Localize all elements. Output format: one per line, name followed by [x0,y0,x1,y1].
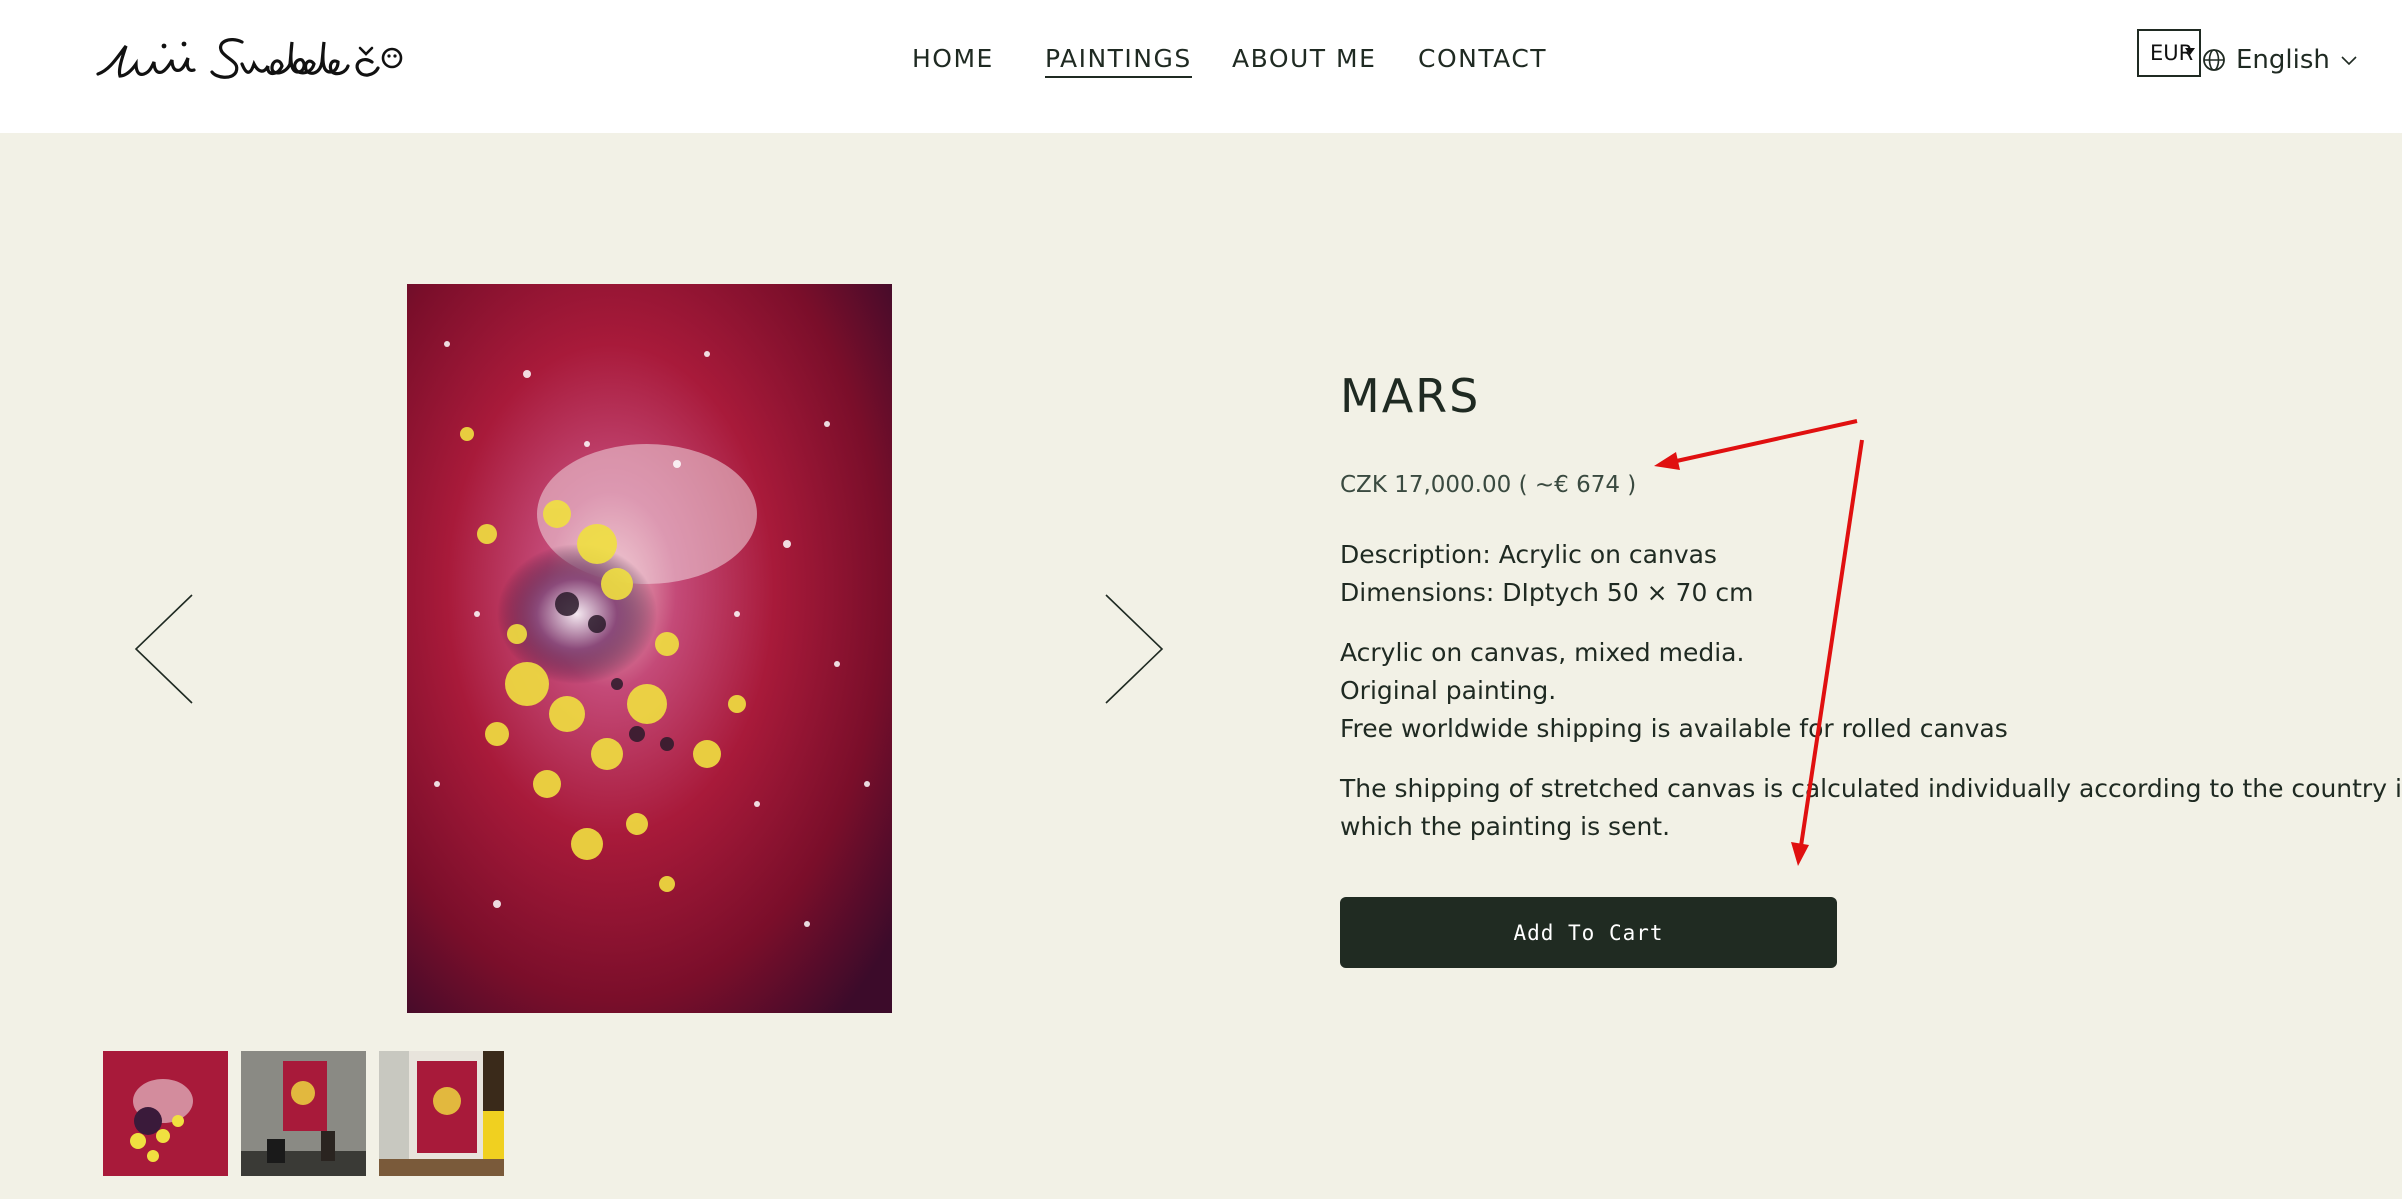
chevron-right-icon[interactable] [1104,593,1166,705]
nav-about-me[interactable]: ABOUT ME [1232,44,1376,73]
product-notes: Acrylic on canvas, mixed media. Original… [1340,634,2360,748]
shipping-line: which the painting is sent. [1340,812,1671,841]
nav-home[interactable]: HOME [912,44,994,73]
nav-contact[interactable]: CONTACT [1418,44,1547,73]
note-line: Free worldwide shipping is available for… [1340,714,2008,743]
detail-dimensions: Dimensions: DIptych 50 × 70 cm [1340,578,1754,607]
thumbnail-painting-closeup[interactable] [103,1051,228,1176]
currency-select[interactable]: EUR [2137,29,2201,77]
chevron-down-icon [2341,56,2357,66]
thumbnail-painting-on-wall[interactable] [241,1051,366,1176]
note-line: Acrylic on canvas, mixed media. [1340,638,1745,667]
note-line: Original painting. [1340,676,1557,705]
globe-icon [2203,49,2225,71]
painting-image [407,284,892,1013]
shipping-info: The shipping of stretched canvas is calc… [1340,770,2402,846]
thumbnail-painting-in-room[interactable] [379,1051,504,1176]
site-header: HOME PAINTINGS ABOUT ME CONTACT EUR Engl… [0,0,2402,133]
shipping-line: The shipping of stretched canvas is calc… [1340,774,2402,803]
main-nav: HOME PAINTINGS ABOUT ME CONTACT [0,44,2402,84]
nav-paintings[interactable]: PAINTINGS [1045,44,1192,78]
thumbnail-strip [103,1051,504,1176]
add-to-cart-button[interactable]: Add To Cart [1340,897,1837,968]
product-price: CZK 17,000.00 ( ~€ 674 ) [1340,472,1637,498]
chevron-left-icon[interactable] [132,593,194,705]
product-details: Description: Acrylic on canvas Dimension… [1340,536,2360,612]
language-selector[interactable]: English [2202,42,2358,78]
language-label: English [2236,45,2330,75]
product-title: MARS [1340,369,1481,423]
caret-down-icon [2185,48,2195,55]
detail-description: Description: Acrylic on canvas [1340,540,1717,569]
